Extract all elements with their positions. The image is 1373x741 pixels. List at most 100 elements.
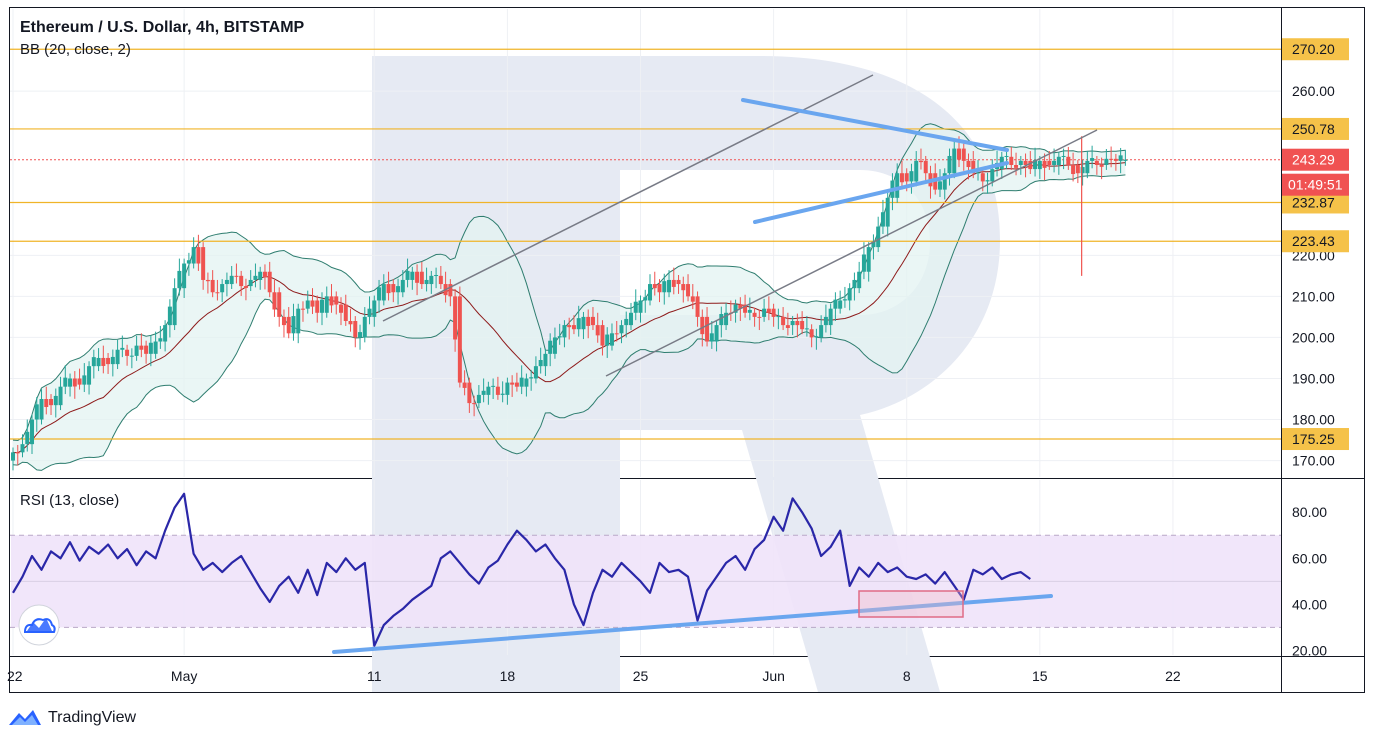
rsi-tick-label: 20.00 (1292, 642, 1327, 658)
rsi-indicator-label[interactable]: RSI (13, close) (20, 492, 119, 509)
candle-body (876, 226, 881, 248)
candle-body (714, 325, 719, 342)
candle-body (15, 452, 20, 454)
candle-body (381, 284, 386, 301)
candle-body (985, 180, 990, 182)
candle-body (462, 382, 467, 388)
price-tick-label: 200.00 (1292, 329, 1335, 345)
candle-body (838, 300, 843, 309)
candle-body (1071, 165, 1076, 175)
chart-title: Ethereum / U.S. Dollar, 4h, BITSTAMP (20, 19, 305, 36)
candle-body (281, 316, 286, 326)
candle-body (700, 316, 705, 335)
candle-body (262, 271, 267, 278)
candle-body (533, 366, 538, 379)
candle-body (1009, 156, 1014, 165)
time-tick-label: 15 (1032, 668, 1048, 684)
candle-body (757, 316, 762, 318)
candle-body (491, 385, 496, 387)
candle-body (957, 148, 962, 160)
candle-body (567, 325, 572, 328)
candle-body (339, 304, 344, 313)
candle-body (438, 275, 443, 285)
candle-body (34, 404, 39, 420)
candle-body (177, 270, 182, 289)
candle-body (134, 345, 139, 356)
candle-body (600, 325, 605, 346)
candle-body (690, 296, 695, 302)
candle-body (899, 173, 904, 183)
candle-body (785, 325, 790, 328)
candle-body (367, 308, 372, 317)
candle-body (186, 260, 191, 264)
candle-body (648, 284, 653, 301)
candle-body (434, 275, 439, 277)
candle-body (914, 160, 919, 182)
candle-body (495, 386, 500, 395)
candle-body (239, 275, 244, 287)
time-tick-label: 25 (633, 668, 649, 684)
candle-body (191, 247, 196, 264)
candle-body (396, 286, 401, 293)
candle-body (1075, 165, 1080, 174)
candle-body (638, 300, 643, 313)
candle-body (305, 300, 310, 309)
level-badge-label: 175.25 (1292, 431, 1335, 447)
time-tick-label: 18 (500, 668, 516, 684)
candle-body (272, 292, 277, 310)
candle-body (476, 394, 481, 404)
candle-body (182, 263, 187, 289)
candle-body (319, 299, 324, 313)
candle-body (781, 316, 786, 326)
candle-body (196, 247, 201, 264)
candle-body (1090, 158, 1095, 161)
candle-body (852, 279, 857, 289)
candle-body (44, 399, 49, 408)
candle-body (400, 279, 405, 293)
candle-body (866, 247, 871, 272)
candle-body (472, 403, 477, 405)
time-tick-label: 22 (7, 668, 23, 684)
price-tick-label: 260.00 (1292, 83, 1335, 99)
candle-body (709, 333, 714, 342)
candle-body (120, 347, 125, 350)
candle-body (348, 321, 353, 325)
candle-body (224, 279, 229, 285)
bb-indicator-label[interactable]: BB (20, close, 2) (20, 41, 131, 58)
candle-body (129, 355, 134, 357)
time-tick-label: 22 (1165, 668, 1181, 684)
candle-body (771, 308, 776, 317)
tradingview-branding[interactable]: TradingView (8, 707, 136, 729)
candle-body (605, 334, 610, 346)
candle-body (966, 160, 971, 168)
candle-body (53, 395, 58, 406)
candle-body (172, 288, 177, 326)
time-tick-label: 11 (367, 668, 382, 684)
candle-body (918, 160, 923, 163)
candle-body (11, 452, 15, 461)
candle-body (419, 271, 424, 285)
candle-body (833, 299, 838, 309)
candle-body (324, 296, 329, 313)
candle-body (243, 286, 248, 288)
candle-body (909, 171, 914, 182)
candle-body (481, 390, 486, 395)
candle-body (552, 337, 557, 354)
candle-body (842, 299, 847, 301)
candle-body (429, 275, 434, 285)
candle-body (210, 279, 215, 293)
candle-body (1018, 160, 1023, 165)
candle-body (1042, 160, 1047, 168)
candle-body (633, 301, 638, 313)
cloud-badge[interactable] (18, 604, 60, 646)
candle-body (628, 312, 633, 326)
candle-body (457, 296, 462, 383)
candle-body (643, 297, 648, 301)
candle-body (101, 357, 106, 366)
candle-body (144, 345, 149, 354)
candle-body (167, 306, 172, 326)
candle-body (681, 284, 686, 291)
candle-body (961, 148, 966, 161)
candle-body (77, 378, 82, 385)
rsi-highlight-box (858, 590, 964, 618)
